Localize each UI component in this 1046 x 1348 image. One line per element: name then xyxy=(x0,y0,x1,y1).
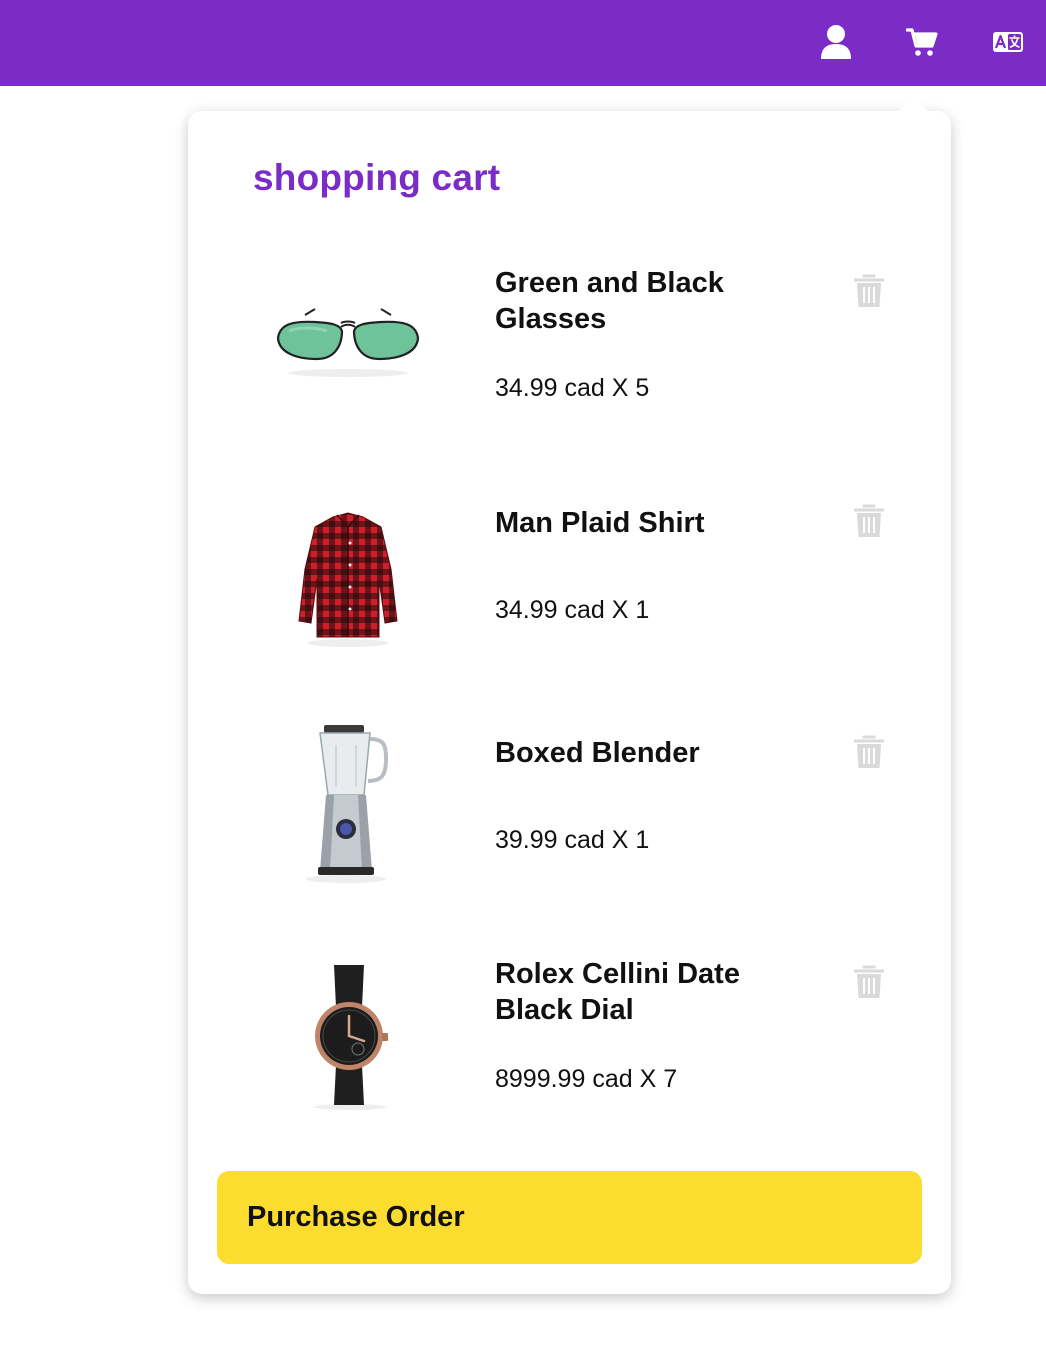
user-icon[interactable] xyxy=(816,22,856,62)
sunglasses-image xyxy=(268,261,428,421)
top-nav-bar xyxy=(0,0,1046,86)
item-price: 34.99 cad X 1 xyxy=(495,596,650,624)
item-price: 39.99 cad X 1 xyxy=(495,826,650,854)
item-name: Man Plaid Shirt xyxy=(495,507,705,539)
cart-icon[interactable] xyxy=(902,22,942,62)
trash-icon[interactable] xyxy=(853,503,885,539)
item-name: Rolex Cellini Date Black Dial xyxy=(495,958,740,1026)
wristwatch-image xyxy=(268,956,428,1116)
trash-icon[interactable] xyxy=(853,273,885,309)
blender-image xyxy=(268,725,428,885)
language-icon[interactable] xyxy=(988,22,1028,62)
trash-icon[interactable] xyxy=(853,964,885,1000)
item-name: Boxed Blender xyxy=(495,737,700,769)
item-price: 34.99 cad X 5 xyxy=(495,374,650,402)
item-price: 8999.99 cad X 7 xyxy=(495,1065,678,1093)
plaid-shirt-image xyxy=(268,499,428,659)
trash-icon[interactable] xyxy=(853,734,885,770)
purchase-order-button[interactable]: Purchase Order xyxy=(217,1171,922,1264)
shopping-cart-popover: shopping cart Green and Black Glasses 34… xyxy=(188,111,951,1294)
popover-caret xyxy=(898,96,928,112)
item-name: Green and Black Glasses xyxy=(495,267,724,335)
cart-title: shopping cart xyxy=(253,157,501,198)
